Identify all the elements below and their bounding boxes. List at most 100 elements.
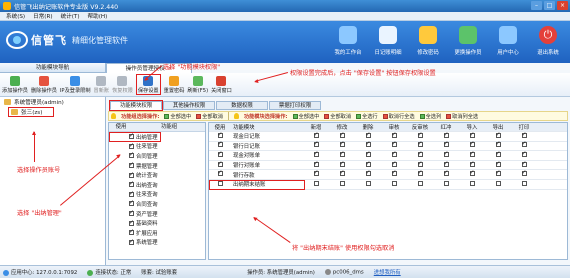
deselect-column-button[interactable]: 取消列全选 xyxy=(446,113,478,120)
function-group-item[interactable]: 出纳管理 xyxy=(109,132,161,142)
select-row-button[interactable]: 全选行 xyxy=(356,113,378,120)
user-center-button[interactable]: 用户中心 xyxy=(488,24,528,62)
switch-operator-button[interactable]: 更换操作员 xyxy=(448,24,488,62)
function-group-item[interactable]: 基础资料 xyxy=(109,218,205,228)
menu-daily[interactable]: 日常(R) xyxy=(33,12,52,20)
checkbox[interactable] xyxy=(339,131,345,138)
checkbox[interactable] xyxy=(129,209,134,217)
checkbox[interactable] xyxy=(521,160,527,167)
journal-detail-button[interactable]: 日记账明细 xyxy=(368,24,408,62)
checkbox[interactable] xyxy=(521,140,527,148)
function-group-item[interactable]: 往来管理 xyxy=(109,142,205,152)
delete-operator-button[interactable]: 删除操作员 xyxy=(31,75,57,94)
status-link[interactable]: 进想我所有 xyxy=(374,268,401,276)
checkbox[interactable] xyxy=(129,228,134,236)
checkbox[interactable] xyxy=(417,131,423,138)
checkbox[interactable] xyxy=(313,160,319,167)
checkbox[interactable] xyxy=(521,180,527,186)
checkbox[interactable] xyxy=(129,190,134,197)
checkbox[interactable] xyxy=(495,169,501,177)
checkbox[interactable] xyxy=(417,140,423,148)
checkbox[interactable] xyxy=(129,199,134,207)
table-row[interactable]: 出纳期末结账 xyxy=(209,180,567,190)
checkbox[interactable] xyxy=(129,132,134,140)
function-group-item[interactable]: 出纳查询 xyxy=(109,180,205,190)
workbench-button[interactable]: 我的工作台 xyxy=(328,24,368,62)
function-group-item[interactable]: 系统管理 xyxy=(109,238,205,248)
select-column-button[interactable]: 全选列 xyxy=(419,113,441,120)
function-group-item[interactable]: 统计查询 xyxy=(109,170,205,180)
checkbox[interactable] xyxy=(391,150,397,157)
function-group-item[interactable]: 往来查询 xyxy=(109,190,205,200)
checkbox[interactable] xyxy=(469,131,475,138)
checkbox[interactable] xyxy=(521,131,527,138)
checkbox[interactable] xyxy=(339,169,345,177)
menu-system[interactable]: 系统(S) xyxy=(6,12,25,20)
checkbox[interactable] xyxy=(313,180,319,186)
operator-item-zs[interactable]: 张三(zs) xyxy=(8,107,54,117)
checkbox[interactable] xyxy=(443,131,449,138)
tab-data-permission[interactable]: 数据权限 xyxy=(216,101,268,110)
checkbox[interactable] xyxy=(443,169,449,177)
function-group-item[interactable]: 资产管理 xyxy=(109,209,205,219)
checkbox[interactable] xyxy=(313,131,319,138)
checkbox[interactable] xyxy=(129,180,134,188)
refresh-button[interactable]: 刷新(F5) xyxy=(187,75,208,94)
menu-help[interactable]: 帮助(H) xyxy=(88,12,108,20)
checkbox[interactable] xyxy=(365,160,371,167)
tab-other-permission[interactable]: 其他操作权限 xyxy=(163,101,215,110)
menu-stats[interactable]: 统计(T) xyxy=(61,12,80,20)
checkbox[interactable] xyxy=(365,140,371,148)
checkbox[interactable] xyxy=(217,180,223,186)
checkbox[interactable] xyxy=(495,160,501,167)
table-row[interactable]: 银行日记账 xyxy=(209,140,567,152)
checkbox[interactable] xyxy=(417,150,423,157)
deselect-row-button[interactable]: 取消行全选 xyxy=(382,113,415,120)
checkbox[interactable] xyxy=(129,171,134,178)
checkbox[interactable] xyxy=(313,150,319,157)
table-row[interactable]: 银行存款 xyxy=(209,169,567,180)
checkbox[interactable] xyxy=(469,150,475,157)
group-select-all-button[interactable]: 全部选中 xyxy=(164,113,191,120)
checkbox[interactable] xyxy=(217,140,223,148)
checkbox[interactable] xyxy=(391,160,397,167)
checkbox[interactable] xyxy=(217,160,223,167)
checkbox[interactable] xyxy=(391,169,397,177)
checkbox[interactable] xyxy=(217,150,223,157)
checkbox[interactable] xyxy=(443,140,449,148)
table-row[interactable]: 银行对账单 xyxy=(209,160,567,171)
nav-tab[interactable]: 功能模块导航 xyxy=(0,63,105,73)
checkbox[interactable] xyxy=(495,131,501,138)
change-password-button[interactable]: 修改密码 xyxy=(408,24,448,62)
module-select-all-button[interactable]: 全部选中 xyxy=(292,113,319,120)
add-operator-button[interactable]: 添加操作员 xyxy=(2,75,28,94)
checkbox[interactable] xyxy=(469,169,475,177)
copy-permission-button[interactable]: 冒新账 xyxy=(94,75,109,94)
checkbox[interactable] xyxy=(365,180,371,186)
checkbox[interactable] xyxy=(339,160,345,167)
checkbox[interactable] xyxy=(339,180,345,186)
function-group-item[interactable]: 扩展应用 xyxy=(109,228,205,238)
checkbox[interactable] xyxy=(129,238,134,245)
checkbox[interactable] xyxy=(217,169,223,177)
exit-system-button[interactable]: 退出系统 xyxy=(528,24,568,62)
module-deselect-all-button[interactable]: 全部取消 xyxy=(324,113,351,120)
checkbox[interactable] xyxy=(313,169,319,177)
checkbox[interactable] xyxy=(443,160,449,167)
close-icon[interactable]: × xyxy=(557,1,568,10)
function-group-item[interactable]: 票据管理 xyxy=(109,161,205,171)
checkbox[interactable] xyxy=(495,150,501,157)
checkbox[interactable] xyxy=(417,180,423,186)
checkbox[interactable] xyxy=(365,131,371,138)
checkbox[interactable] xyxy=(443,180,449,186)
checkbox[interactable] xyxy=(217,131,223,138)
table-row[interactable]: 现金对账单 xyxy=(209,150,567,161)
checkbox[interactable] xyxy=(495,180,501,186)
checkbox[interactable] xyxy=(365,150,371,157)
checkbox[interactable] xyxy=(339,150,345,157)
checkbox[interactable] xyxy=(521,150,527,157)
checkbox[interactable] xyxy=(129,151,134,159)
minimize-icon[interactable]: – xyxy=(531,1,542,10)
maximize-icon[interactable]: □ xyxy=(544,1,555,10)
checkbox[interactable] xyxy=(521,169,527,177)
